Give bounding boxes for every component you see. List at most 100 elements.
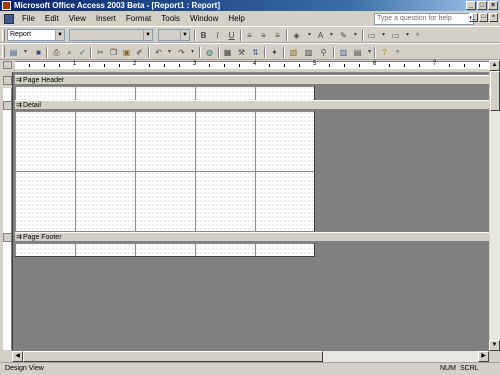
print-preview-icon[interactable]: ⌕ — [64, 47, 75, 58]
align-left-icon[interactable]: ≡ — [244, 30, 255, 41]
align-right-icon[interactable]: ≡ — [272, 30, 283, 41]
chevron-down-icon[interactable]: ▾ — [350, 30, 361, 41]
save-icon[interactable]: ■ — [33, 47, 44, 58]
close-button[interactable]: × — [488, 1, 498, 10]
doc-restore-button[interactable]: □ — [479, 13, 488, 22]
chevron-down-icon[interactable]: ▼ — [143, 30, 152, 40]
toolbar-options-icon[interactable]: » — [392, 47, 403, 58]
num-lock-indicator: NUM — [440, 365, 456, 372]
ruler-tick — [344, 64, 345, 67]
undo-icon[interactable]: ↶ — [153, 47, 164, 58]
menu-window[interactable]: Window — [185, 11, 223, 26]
scroll-down-icon[interactable]: ▼ — [489, 340, 500, 351]
toolbar-options-icon[interactable]: » — [412, 30, 423, 41]
vertical-scrollbar[interactable]: ▲ ▼ — [489, 60, 500, 351]
build-icon[interactable]: ⚲ — [318, 47, 329, 58]
copy-icon[interactable]: ❐ — [108, 47, 119, 58]
toolbox-icon[interactable]: ⚒ — [236, 47, 247, 58]
help-icon[interactable]: ? — [379, 47, 390, 58]
ruler-tick — [59, 64, 60, 67]
chevron-down-icon[interactable]: ▼ — [55, 30, 64, 40]
scroll-up-icon[interactable]: ▲ — [489, 60, 500, 71]
new-object-icon[interactable]: ▤ — [352, 47, 363, 58]
hyperlink-icon[interactable]: ◍ — [204, 47, 215, 58]
special-effect-icon[interactable]: ▭ — [390, 30, 401, 41]
doc-close-button[interactable]: × — [489, 13, 498, 22]
ruler-tick — [479, 64, 480, 67]
report-document-icon[interactable] — [4, 13, 14, 24]
chevron-down-icon[interactable]: ▾ — [187, 47, 198, 58]
ruler-number: 5 — [313, 61, 317, 67]
menu-help[interactable]: Help — [223, 11, 249, 26]
chevron-down-icon[interactable]: ▾ — [378, 30, 389, 41]
toolbar-grip[interactable] — [2, 29, 5, 41]
menu-bar: File Edit View Insert Format Tools Windo… — [0, 11, 500, 26]
font-size-combo[interactable]: ▼ — [158, 29, 190, 41]
chevron-down-icon[interactable]: ▾ — [164, 47, 175, 58]
line-color-icon[interactable]: ✎ — [338, 30, 349, 41]
vertical-ruler — [3, 88, 12, 350]
detail-bar[interactable]: Detail — [15, 100, 489, 110]
access-app-icon[interactable] — [2, 1, 11, 10]
chevron-down-icon[interactable]: ▾ — [20, 47, 31, 58]
menu-file[interactable]: File — [17, 11, 40, 26]
font-name-combo[interactable]: ▼ — [69, 29, 153, 41]
horizontal-scroll-thumb[interactable] — [23, 351, 323, 362]
line-width-icon[interactable]: ▭ — [366, 30, 377, 41]
chevron-down-icon[interactable]: ▾ — [326, 30, 337, 41]
field-list-icon[interactable]: ▦ — [222, 47, 233, 58]
doc-minimize-button[interactable]: _ — [469, 13, 478, 22]
autoformat-icon[interactable]: ✦ — [269, 47, 280, 58]
sorting-grouping-icon[interactable]: ⇅ — [250, 47, 261, 58]
menu-edit[interactable]: Edit — [40, 11, 64, 26]
menu-format[interactable]: Format — [121, 11, 156, 26]
properties-icon[interactable]: ▨ — [303, 47, 314, 58]
fill-color-icon[interactable]: ◈ — [291, 30, 302, 41]
view-icon[interactable]: ▤ — [8, 47, 19, 58]
redo-icon[interactable]: ↷ — [176, 47, 187, 58]
align-center-icon[interactable]: ≡ — [258, 30, 269, 41]
vertical-scroll-thumb[interactable] — [490, 71, 500, 111]
menu-insert[interactable]: Insert — [91, 11, 121, 26]
ruler-number: 1 — [73, 61, 77, 67]
toolbar-separator — [264, 47, 266, 58]
bold-button[interactable]: B — [198, 30, 209, 41]
code-icon[interactable]: ▧ — [288, 47, 299, 58]
ruler-number: 3 — [193, 61, 197, 67]
page-footer-selector[interactable] — [3, 233, 12, 242]
format-painter-icon[interactable]: ✐ — [134, 47, 145, 58]
menu-view[interactable]: View — [64, 11, 91, 26]
page-header-bar[interactable]: Page Header — [15, 75, 489, 85]
scroll-right-icon[interactable]: ▶ — [478, 351, 489, 362]
ruler-tick — [179, 64, 180, 67]
paste-icon[interactable]: ▣ — [121, 47, 132, 58]
spelling-icon[interactable]: ✓ — [77, 47, 88, 58]
scroll-left-icon[interactable]: ◀ — [12, 351, 23, 362]
menu-tools[interactable]: Tools — [156, 11, 185, 26]
ruler-tick — [209, 64, 210, 67]
page-footer-section[interactable] — [15, 243, 315, 257]
font-color-icon[interactable]: A — [315, 30, 326, 41]
page-footer-bar[interactable]: Page Footer — [15, 232, 489, 242]
database-window-icon[interactable]: ▥ — [338, 47, 349, 58]
cut-icon[interactable]: ✂ — [95, 47, 106, 58]
print-icon[interactable]: ⎙ — [51, 47, 62, 58]
object-selector[interactable]: Report ▼ — [7, 29, 65, 41]
horizontal-ruler: 1 2 3 4 5 6 7 — [0, 60, 500, 70]
help-question-input[interactable]: Type a question for help — [374, 13, 474, 25]
maximize-button[interactable]: □ — [477, 1, 487, 10]
detail-selector[interactable] — [3, 101, 12, 110]
minimize-button[interactable]: _ — [466, 1, 476, 10]
ruler-track[interactable]: 1 2 3 4 5 6 7 — [15, 61, 495, 69]
ruler-tick — [419, 64, 420, 67]
report-selector[interactable] — [3, 61, 12, 69]
page-header-section[interactable] — [15, 86, 315, 100]
chevron-down-icon[interactable]: ▾ — [304, 30, 315, 41]
chevron-down-icon[interactable]: ▼ — [180, 30, 189, 40]
underline-button[interactable]: U — [226, 30, 237, 41]
page-header-selector[interactable] — [3, 76, 12, 85]
toolbar-grip[interactable] — [2, 46, 5, 58]
horizontal-scrollbar[interactable]: ◀ ▶ — [12, 351, 489, 362]
detail-section[interactable] — [15, 111, 315, 232]
italic-button[interactable]: I — [212, 30, 223, 41]
